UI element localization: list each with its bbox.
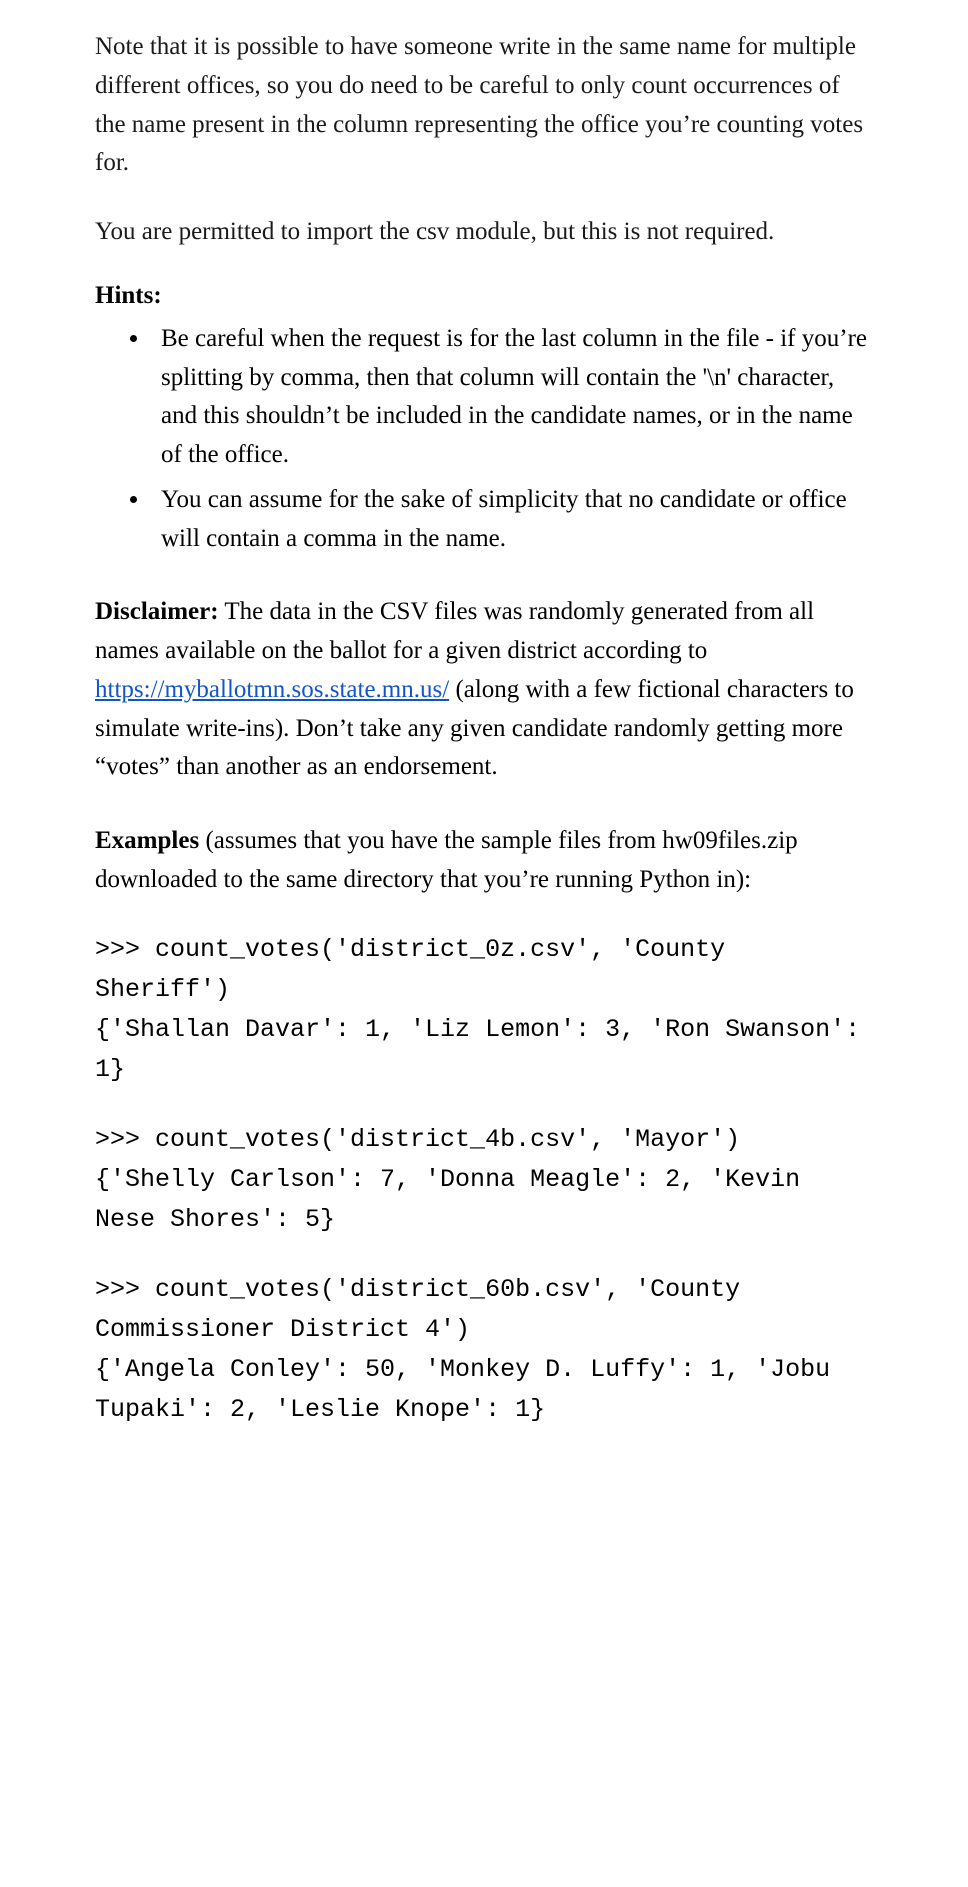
- examples-intro: Examples (assumes that you have the samp…: [95, 822, 873, 900]
- code-example-2: >>> count_votes('district_4b.csv', 'Mayo…: [95, 1120, 873, 1240]
- disclaimer-label: Disclaimer:: [95, 598, 219, 625]
- hint-item: You can assume for the sake of simplicit…: [151, 481, 873, 559]
- hint-item: Be careful when the request is for the l…: [151, 320, 873, 475]
- disclaimer-paragraph: Disclaimer: The data in the CSV files wa…: [95, 593, 873, 787]
- paragraph-note: Note that it is possible to have someone…: [95, 28, 873, 183]
- hints-list: Be careful when the request is for the l…: [95, 320, 873, 559]
- examples-intro-text: (assumes that you have the sample files …: [95, 827, 798, 893]
- ballot-link[interactable]: https://myballotmn.sos.state.mn.us/: [95, 676, 449, 703]
- code-example-1: >>> count_votes('district_0z.csv', 'Coun…: [95, 930, 873, 1090]
- code-example-3: >>> count_votes('district_60b.csv', 'Cou…: [95, 1270, 873, 1430]
- document-page: Note that it is possible to have someone…: [0, 0, 968, 1470]
- examples-label: Examples: [95, 827, 199, 854]
- hints-heading: Hints:: [95, 282, 873, 310]
- paragraph-csv-import: You are permitted to import the csv modu…: [95, 213, 873, 252]
